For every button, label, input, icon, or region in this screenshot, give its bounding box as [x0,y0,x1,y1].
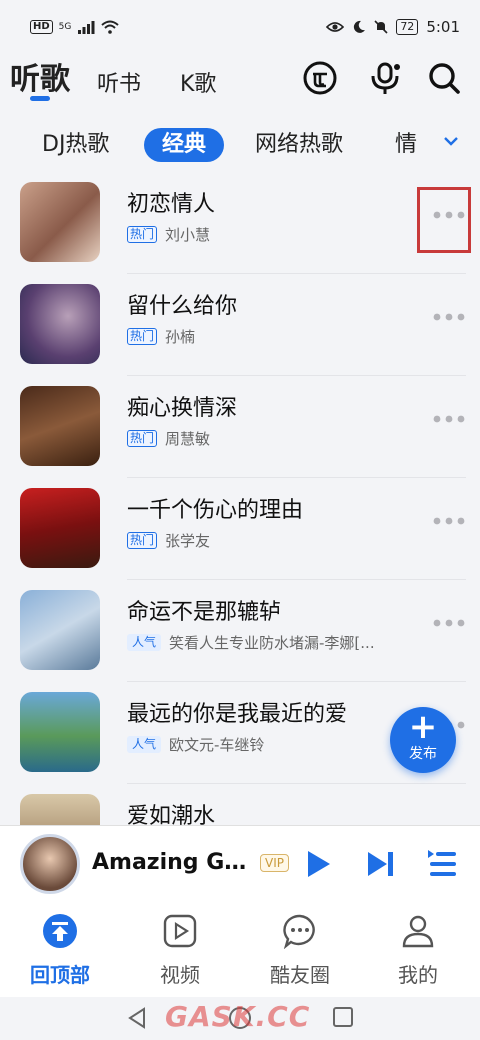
tab-listen-books[interactable]: 听书 [97,66,141,98]
video-icon [163,914,197,948]
song-row[interactable]: 留什么给你 热门 孙楠 [0,274,480,376]
tab-listen-songs[interactable]: 听歌 [10,54,70,98]
song-row[interactable]: 痴心换情深 热门 周慧敏 [0,376,480,478]
song-row[interactable]: 爱如潮水 [0,784,480,825]
song-meta: 人气 欧文元-车继铃 [127,734,264,755]
next-track-icon[interactable] [365,848,397,880]
popular-badge: 人气 [127,634,162,651]
more-icon[interactable] [432,616,466,630]
album-cover [20,488,100,568]
song-title: 初恋情人 [127,192,216,217]
moon-icon [354,20,366,33]
hot-badge: 热门 [127,328,158,345]
song-row[interactable]: 初恋情人 热门 刘小慧 [0,172,480,274]
wifi-icon [101,20,120,34]
category-dj-hits[interactable]: DJ热歌 [42,128,109,162]
free-icon[interactable] [302,60,338,96]
tab-label: 回顶部 [30,963,90,987]
song-meta: 热门 刘小慧 [127,224,210,245]
status-bar-right: 72 5:01 [326,18,460,36]
mini-player[interactable]: Amazing Gra... VIP [0,825,480,901]
bottom-tab-bar: 回顶部 视频 酷友圈 我的 [0,901,480,997]
signal-icon [78,21,95,34]
tab-back-to-top[interactable]: 回顶部 [10,913,110,988]
chat-bubble-icon [283,914,315,949]
more-icon[interactable] [432,514,466,528]
more-icon[interactable] [432,310,466,324]
watermark: GASK.CC [165,1000,311,1033]
active-tab-indicator [30,96,50,101]
voice-search-icon[interactable] [368,60,404,96]
song-title: 一千个伤心的理由 [127,498,304,523]
artist-name: 欧文元-车继铃 [169,736,265,754]
song-title: 最远的你是我最近的爱 [127,702,348,727]
status-bar-left: HD 5G [30,20,120,34]
song-row[interactable]: 命运不是那辘轳 人气 笑看人生专业防水堵漏-李娜[... [0,580,480,682]
category-internet-hits[interactable]: 网络热歌 [255,128,343,162]
popular-badge: 人气 [127,736,162,753]
search-icon[interactable] [426,60,462,96]
clock: 5:01 [426,18,460,36]
mute-bell-icon [374,20,388,34]
publish-label: 发布 [409,746,437,762]
song-meta: 人气 笑看人生专业防水堵漏-李娜[... [127,632,375,653]
tab-karaoke[interactable]: K歌 [180,66,216,98]
song-title: 爱如潮水 [127,804,216,825]
eye-icon [326,22,345,32]
artist-name: 张学友 [165,532,211,550]
back-icon[interactable] [126,1006,148,1030]
song-row[interactable]: 一千个伤心的理由 热门 张学友 [0,478,480,580]
album-cover [20,386,100,466]
back-to-top-icon [43,914,77,948]
album-cover [20,692,100,772]
album-cover [20,590,100,670]
artist-name: 周慧敏 [165,430,211,448]
playlist-icon[interactable] [426,848,458,880]
artist-name: 刘小慧 [165,226,211,244]
tab-label: 酷友圈 [270,963,330,987]
signal-type: 5G [58,22,72,32]
now-playing-cover[interactable] [20,834,80,894]
plus-icon: + [408,707,438,747]
vip-badge: VIP [260,854,289,872]
album-cover [20,182,100,262]
tab-friends-circle[interactable]: 酷友圈 [250,913,350,988]
category-classic[interactable]: 经典 [144,128,225,162]
top-nav: 听歌 听书 K歌 [0,54,480,112]
song-meta: 热门 孙楠 [127,326,195,347]
song-title: 留什么给你 [127,294,238,319]
song-title: 命运不是那辘轳 [127,600,282,625]
category-tabs: DJ热歌 经典 网络热歌 情 [0,118,480,172]
song-title: 痴心换情深 [127,396,238,421]
tab-label: 我的 [398,963,438,987]
tab-video[interactable]: 视频 [130,913,230,988]
publish-button[interactable]: + 发布 [390,707,456,773]
hot-badge: 热门 [127,532,158,549]
chevron-down-icon[interactable] [440,130,462,152]
profile-icon [402,915,434,948]
more-icon[interactable] [432,412,466,426]
battery-level: 72 [396,19,419,35]
now-playing-title[interactable]: Amazing Gra... [92,850,252,875]
tab-label: 视频 [160,963,200,987]
highlight-box [417,187,471,253]
artist-name: 笑看人生专业防水堵漏-李娜[... [169,634,375,652]
hot-badge: 热门 [127,430,158,447]
status-bar: HD 5G 72 5:01 [0,0,480,54]
recents-icon[interactable] [332,1006,354,1028]
play-icon[interactable] [302,848,334,880]
hot-badge: 热门 [127,226,158,243]
album-cover [20,284,100,364]
network-hd-badge: HD [30,20,53,34]
song-meta: 热门 张学友 [127,530,210,551]
song-meta: 热门 周慧敏 [127,428,210,449]
artist-name: 孙楠 [165,328,196,346]
category-love[interactable]: 情 [395,128,417,162]
tab-profile[interactable]: 我的 [368,913,468,988]
album-cover [20,794,100,825]
